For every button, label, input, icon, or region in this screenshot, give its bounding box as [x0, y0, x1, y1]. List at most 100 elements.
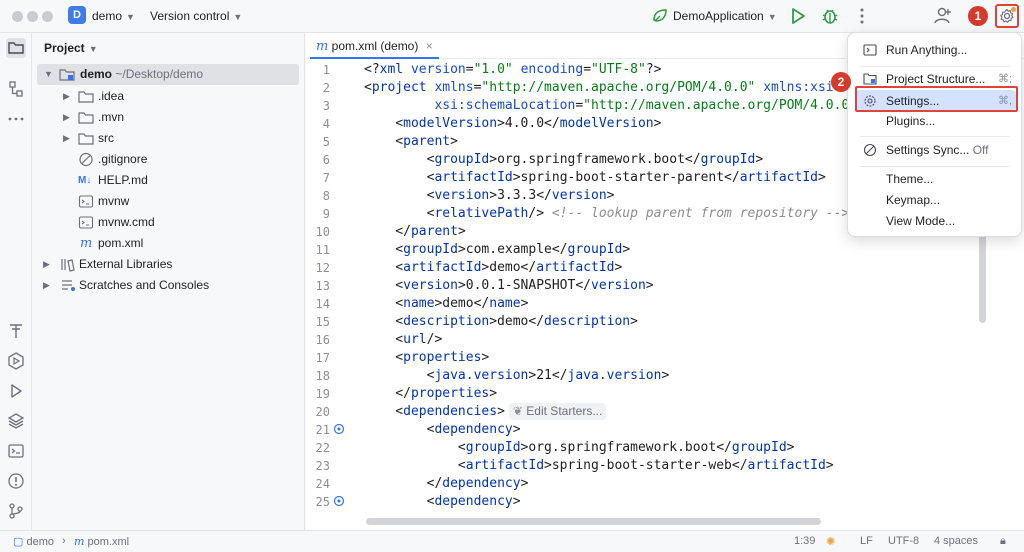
menu-item-keymap[interactable]: Keymap... — [856, 189, 1016, 211]
code-line: <dependencies> ❦ Edit Starters... — [364, 403, 607, 421]
terminal-tool-icon[interactable] — [6, 441, 26, 461]
indent-setting[interactable]: 4 spaces — [934, 535, 978, 547]
inspections-icon[interactable]: ✺ — [826, 535, 835, 548]
run-anything-icon — [863, 44, 877, 56]
code-line: <groupId>org.springframework.boot</group… — [364, 152, 764, 167]
folder-icon — [78, 133, 94, 145]
tree-item-mvnw-cmd[interactable]: mvnw.cmd — [32, 212, 305, 233]
line-separator[interactable]: LF — [860, 535, 873, 547]
window-zoom-button[interactable] — [42, 11, 53, 22]
spring-leaf-icon: ❦ — [512, 404, 523, 418]
step-marker-1: 1 — [968, 6, 988, 26]
window-close-button[interactable] — [12, 11, 23, 22]
tree-root-demo[interactable]: ▼ demo ~/Desktop/demo — [37, 64, 299, 85]
run-tool-icon[interactable] — [6, 381, 26, 401]
settings-button[interactable] — [995, 4, 1019, 28]
code-line: </dependency> — [364, 476, 529, 491]
maven-icon: m — [316, 39, 329, 54]
run-icon[interactable] — [788, 6, 808, 26]
debug-icon[interactable] — [820, 6, 840, 26]
tree-item-external-libraries[interactable]: ▶ External Libraries — [32, 254, 305, 275]
tree-item-mvnw[interactable]: mvnw — [32, 191, 305, 212]
file-encoding[interactable]: UTF-8 — [888, 535, 919, 547]
run-config-selector[interactable]: DemoApplication ▼ — [673, 9, 777, 23]
lock-icon[interactable]: 🔒︎ — [1000, 535, 1006, 548]
chevron-right-icon[interactable]: ▶ — [63, 86, 73, 107]
menu-item-theme[interactable]: Theme... — [856, 168, 1016, 190]
script-file-icon — [78, 195, 94, 208]
chevron-right-icon[interactable]: ▶ — [63, 128, 73, 149]
structure-tool-icon[interactable] — [6, 79, 26, 99]
library-icon — [61, 259, 75, 272]
code-line: <version>0.0.1-SNAPSHOT</version> — [364, 278, 654, 293]
tree-item-help-md[interactable]: M↓ HELP.md — [32, 170, 305, 191]
menu-item-view-mode[interactable]: View Mode... — [856, 210, 1016, 232]
caret-position[interactable]: 1:39 — [794, 535, 815, 547]
more-tools-icon[interactable] — [6, 109, 26, 129]
project-switcher[interactable]: demo ▼ — [92, 9, 135, 23]
project-badge[interactable]: D — [68, 6, 86, 24]
breadcrumb-separator-icon: › — [62, 535, 66, 547]
chevron-down-icon[interactable]: ▼ — [44, 64, 54, 85]
horizontal-scrollbar[interactable] — [366, 518, 821, 525]
tree-item-scratches[interactable]: ▶ Scratches and Consoles — [32, 275, 305, 296]
code-line: <url/> — [364, 332, 443, 347]
script-file-icon — [78, 216, 94, 229]
services-tool-icon[interactable] — [6, 351, 26, 371]
breadcrumb-file[interactable]: m pom.xml — [74, 535, 129, 548]
gutter-run-icon[interactable] — [333, 495, 345, 507]
window-minimize-button[interactable] — [27, 11, 38, 22]
breadcrumb-project[interactable]: ▢ demo — [13, 535, 54, 548]
project-panel-header[interactable]: Project ▼ — [44, 41, 98, 55]
menu-separator — [860, 66, 1010, 67]
code-line: <properties> — [364, 350, 490, 365]
module-icon: ▢ — [13, 536, 24, 548]
vcs-menu[interactable]: Version control ▼ — [150, 9, 242, 23]
code-line: <java.version>21</java.version> — [364, 368, 670, 383]
menu-separator — [860, 136, 1010, 137]
code-line: <dependency> — [364, 422, 521, 437]
endpoints-tool-icon[interactable] — [6, 321, 26, 341]
edit-starters-hint[interactable]: ❦ Edit Starters... — [508, 403, 607, 420]
chevron-down-icon: ▼ — [767, 12, 777, 22]
project-structure-icon — [863, 73, 877, 85]
tree-item-src[interactable]: ▶ src — [32, 128, 305, 149]
menu-item-plugins[interactable]: Plugins... — [856, 110, 1016, 132]
code-line: <name>demo</name> — [364, 296, 529, 311]
code-line: <parent> — [364, 134, 458, 149]
folder-icon — [78, 91, 94, 103]
code-line: </parent> — [364, 224, 466, 239]
folder-icon — [78, 112, 94, 124]
vertical-scrollbar[interactable] — [979, 233, 986, 323]
tree-item-mvn[interactable]: ▶ .mvn — [32, 107, 305, 128]
menu-item-run-anything[interactable]: Run Anything... — [856, 39, 1016, 61]
tree-item-idea[interactable]: ▶ .idea — [32, 86, 305, 107]
gutter-run-icon[interactable] — [333, 423, 345, 435]
code-line: <?xml version="1.0" encoding="UTF-8"?> — [364, 62, 662, 77]
chevron-right-icon[interactable]: ▶ — [43, 254, 53, 275]
chevron-right-icon[interactable]: ▶ — [43, 275, 53, 296]
git-tool-icon[interactable] — [6, 501, 26, 521]
chevron-right-icon[interactable]: ▶ — [63, 107, 73, 128]
code-line: </properties> — [364, 386, 498, 401]
step-marker-2: 2 — [831, 72, 851, 92]
project-panel: Project ▼ ▼ demo ~/Desktop/demo ▶ .idea ▶… — [32, 33, 305, 530]
close-tab-icon[interactable]: × — [426, 39, 433, 53]
chevron-down-icon: ▼ — [88, 44, 98, 54]
module-folder-icon — [59, 69, 75, 81]
tree-item-pom-xml[interactable]: m pom.xml — [32, 233, 305, 254]
code-line: <groupId>org.springframework.boot</group… — [364, 440, 795, 455]
update-dot-icon — [1011, 7, 1016, 12]
layers-tool-icon[interactable] — [6, 411, 26, 431]
title-bar: D demo ▼ Version control ▼ DemoApplication… — [0, 0, 1024, 33]
add-user-icon[interactable] — [933, 6, 953, 26]
status-bar: ▢ demo › m pom.xml 1:39 ✺ LF UTF-8 4 spa… — [0, 530, 1024, 552]
code-line: <artifactId>spring-boot-starter-web</art… — [364, 458, 834, 473]
menu-item-settings-sync[interactable]: Settings Sync... Off — [856, 139, 1016, 161]
tree-item-gitignore[interactable]: .gitignore — [32, 149, 305, 170]
left-tool-strip — [0, 33, 32, 530]
project-tool-icon[interactable] — [6, 38, 26, 58]
problems-tool-icon[interactable] — [6, 471, 26, 491]
tab-pom-xml[interactable]: m pom.xml (demo) × — [310, 33, 439, 59]
more-vertical-icon[interactable] — [852, 6, 872, 26]
